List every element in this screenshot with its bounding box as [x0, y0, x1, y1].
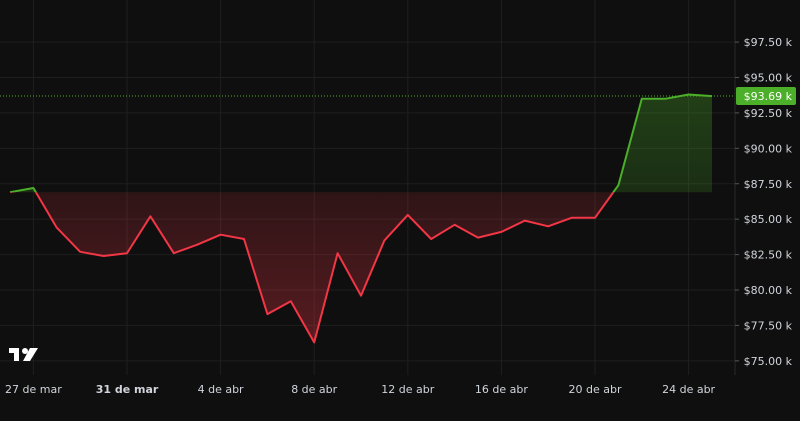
y-tick-label: $92.50 k: [744, 107, 793, 120]
x-tick-label: 12 de abr: [381, 383, 434, 396]
y-tick-label: $82.50 k: [744, 249, 793, 262]
price-chart[interactable]: $75.00 k $77.50 k $80.00 k $82.50 k $85.00 k…: [0, 0, 800, 421]
y-tick-label: $90.00 k: [744, 142, 793, 155]
y-tick-label: $75.00 k: [744, 355, 793, 368]
price-badge-label: $93.69 k: [744, 90, 793, 103]
y-tick-label: $95.00 k: [744, 72, 793, 85]
x-tick-label: 20 de abr: [569, 383, 622, 396]
y-tick-label: $85.00 k: [744, 213, 793, 226]
y-tick-label: $87.50 k: [744, 178, 793, 191]
area-fill: [10, 94, 712, 343]
x-tick-label: 4 de abr: [198, 383, 244, 396]
y-tick-label: $77.50 k: [744, 319, 793, 332]
current-price-badge: $93.69 k: [736, 87, 796, 106]
x-axis: 27 de mar 31 de mar 4 de abr 8 de abr 12 de …: [5, 383, 716, 396]
x-tick-label: 31 de mar: [96, 383, 159, 396]
x-tick-label: 8 de abr: [291, 383, 337, 396]
y-axis: $75.00 k $77.50 k $80.00 k $82.50 k $85.00 k…: [735, 36, 793, 368]
area-below-baseline: [35, 192, 614, 343]
y-tick-label: $80.00 k: [744, 284, 793, 297]
x-tick-label: 24 de abr: [662, 383, 715, 396]
y-tick-label: $97.50 k: [744, 36, 793, 49]
x-tick-label: 16 de abr: [475, 383, 528, 396]
x-tick-label: 27 de mar: [5, 383, 62, 396]
